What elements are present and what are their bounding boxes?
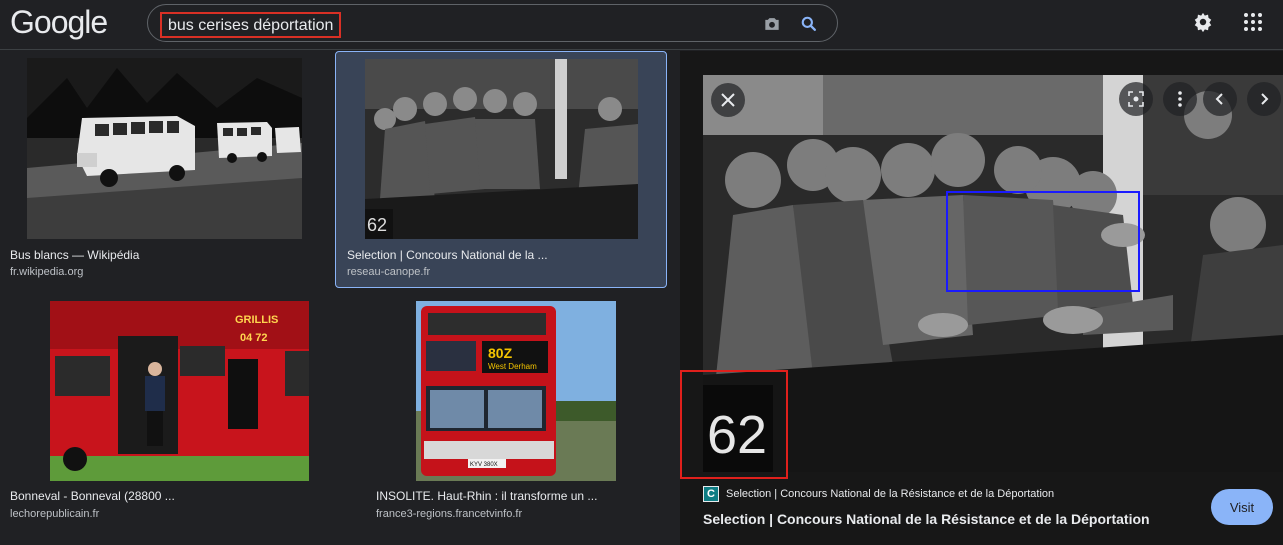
chevron-left-icon (1215, 93, 1223, 105)
svg-text:62: 62 (367, 215, 387, 235)
site-favicon-icon: C (703, 486, 719, 502)
result-title[interactable]: Bus blancs — Wikipédia (10, 248, 139, 262)
result-card-selected[interactable]: 62 Selection | Concours National de la .… (335, 51, 667, 288)
result-thumbnail[interactable]: 80Z West Derham KYV 380X (416, 301, 616, 481)
lens-icon (1128, 91, 1144, 107)
result-card[interactable]: GRILLIS 04 72 Bonneval - Bonneval (28800… (0, 296, 330, 526)
result-card[interactable]: 80Z West Derham KYV 380X INSOLITE. Haut-… (335, 296, 667, 526)
previous-button[interactable] (1203, 82, 1237, 116)
result-site: fr.wikipedia.org (10, 266, 84, 278)
result-thumbnail[interactable]: 62 (365, 59, 638, 239)
deportees-photo-thumb: 62 (365, 59, 638, 239)
result-card[interactable]: Bus blancs — Wikipédia fr.wikipedia.org (0, 52, 330, 282)
result-thumbnail[interactable] (27, 58, 302, 239)
preview-source-label[interactable]: Selection | Concours National de la Rési… (726, 488, 1054, 500)
result-thumbnail[interactable]: GRILLIS 04 72 (50, 301, 309, 481)
close-icon (721, 93, 735, 107)
svg-text:GRILLIS: GRILLIS (235, 314, 278, 326)
bus-number-plate: KYV 380X (470, 462, 498, 468)
apps-grid-icon[interactable] (1243, 12, 1263, 32)
preview-title[interactable]: Selection | Concours National de la Rési… (703, 511, 1150, 527)
preview-source[interactable]: C Selection | Concours National de la Ré… (703, 485, 1054, 503)
red-food-bus-photo: GRILLIS 04 72 (50, 301, 309, 481)
result-site: france3-regions.francetvinfo.fr (376, 508, 523, 520)
search-input[interactable]: bus cerises déportation (160, 12, 342, 38)
gear-icon[interactable] (1192, 11, 1214, 33)
result-title[interactable]: INSOLITE. Haut-Rhin : il transforme un .… (376, 489, 597, 503)
top-bar: Google bus cerises déportation (0, 0, 1283, 50)
chevron-right-icon (1261, 93, 1269, 105)
svg-text:04 72: 04 72 (240, 332, 268, 344)
white-buses-photo (27, 58, 302, 239)
more-options-button[interactable] (1163, 82, 1197, 116)
highlight-box-red (680, 370, 788, 479)
result-site: lechorepublicain.fr (10, 508, 100, 520)
highlight-box-blue (946, 191, 1140, 292)
next-button[interactable] (1247, 82, 1281, 116)
result-title[interactable]: Bonneval - Bonneval (28800 ... (10, 489, 175, 503)
camera-icon[interactable] (762, 14, 782, 34)
close-button[interactable] (711, 83, 745, 117)
more-vert-icon (1178, 91, 1182, 107)
lens-button[interactable] (1119, 82, 1153, 116)
result-site: reseau-canope.fr (347, 266, 431, 278)
search-box[interactable]: bus cerises déportation (147, 4, 838, 42)
google-logo[interactable]: Google (10, 4, 108, 41)
visit-button[interactable]: Visit (1211, 489, 1273, 525)
double-decker-bus-photo: 80Z West Derham KYV 380X (416, 301, 616, 481)
bus-route-sign: 80Z (488, 345, 513, 361)
result-title[interactable]: Selection | Concours National de la ... (347, 248, 548, 262)
search-icon[interactable] (799, 14, 819, 34)
bus-destination-sign: West Derham (488, 362, 537, 371)
